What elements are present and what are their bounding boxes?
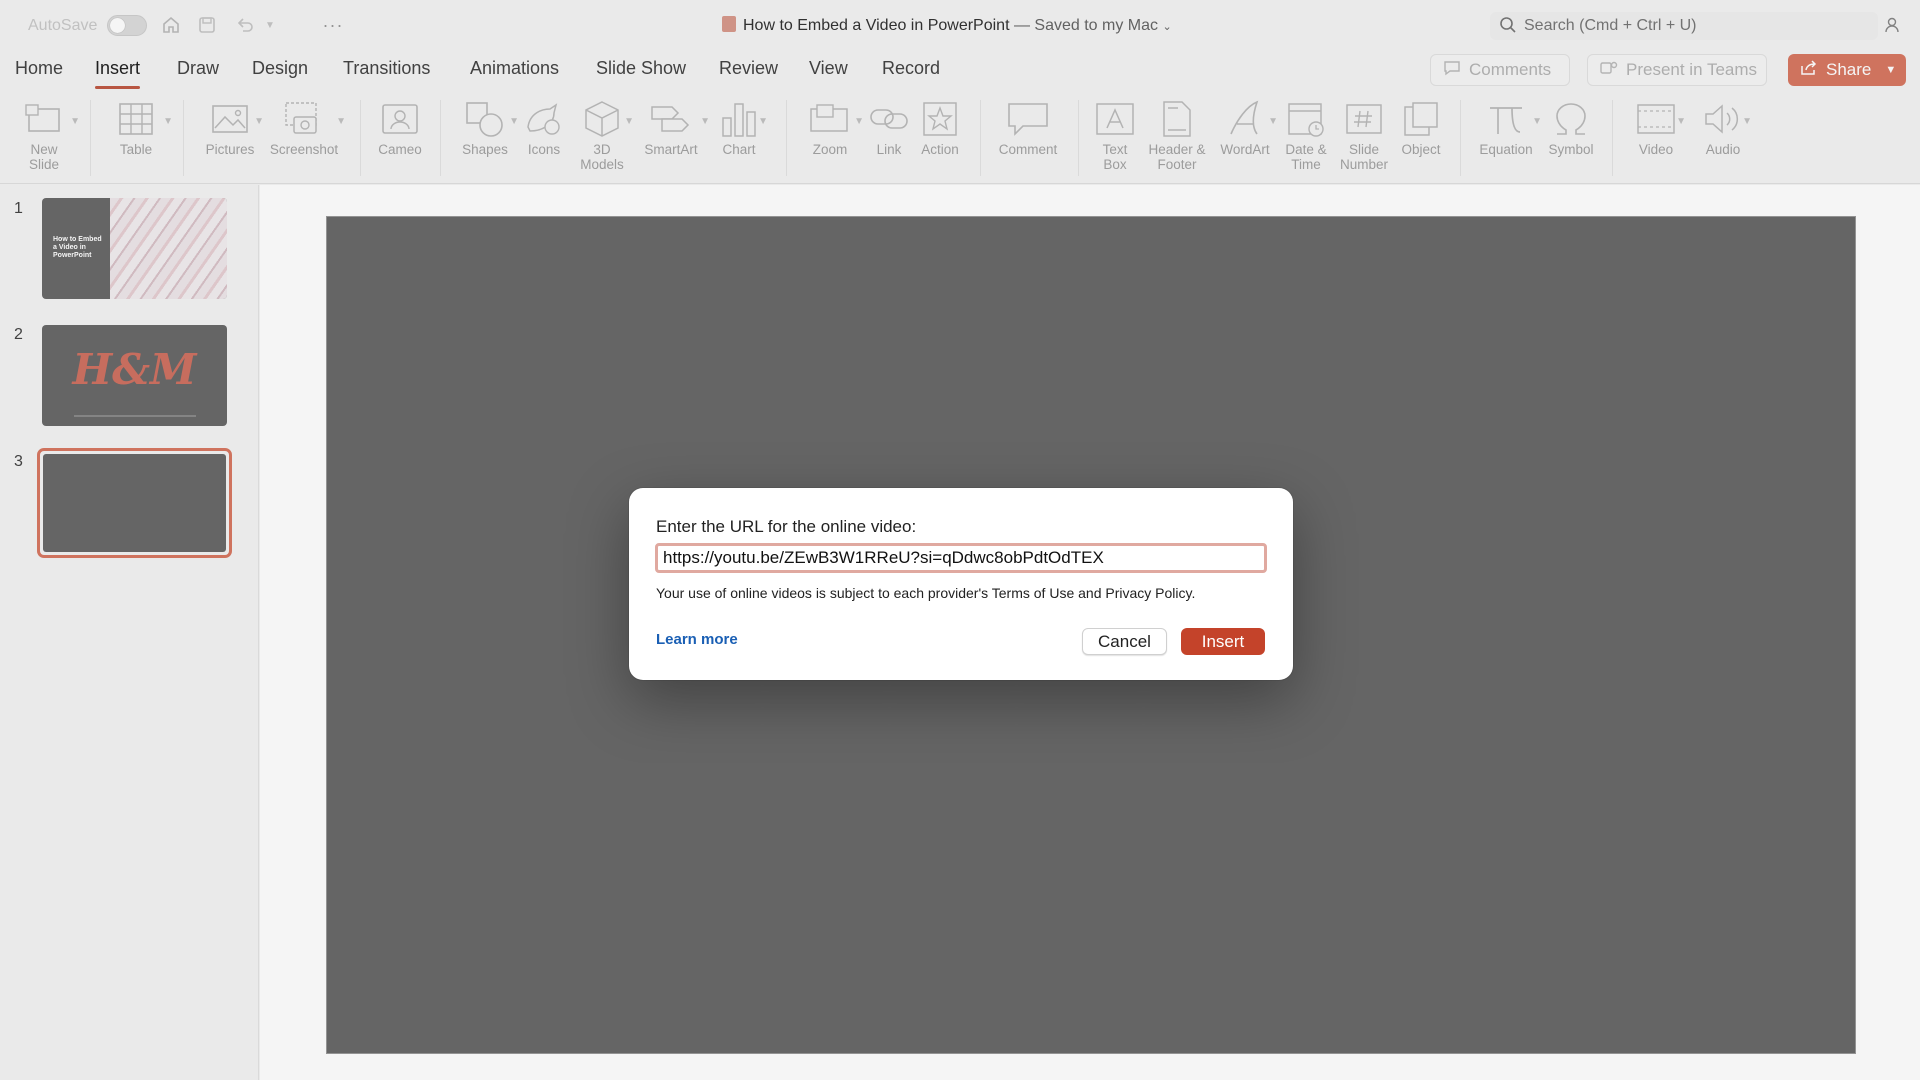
dialog-prompt: Enter the URL for the online video: xyxy=(656,517,917,536)
insert-button[interactable]: Insert xyxy=(1181,628,1265,655)
cancel-button[interactable]: Cancel xyxy=(1082,628,1167,655)
video-url-input[interactable] xyxy=(655,543,1267,573)
learn-more-link[interactable]: Learn more xyxy=(656,631,738,648)
terms-notice: Your use of online videos is subject to … xyxy=(656,585,1196,601)
online-video-dialog: Enter the URL for the online video: Your… xyxy=(629,488,1293,680)
